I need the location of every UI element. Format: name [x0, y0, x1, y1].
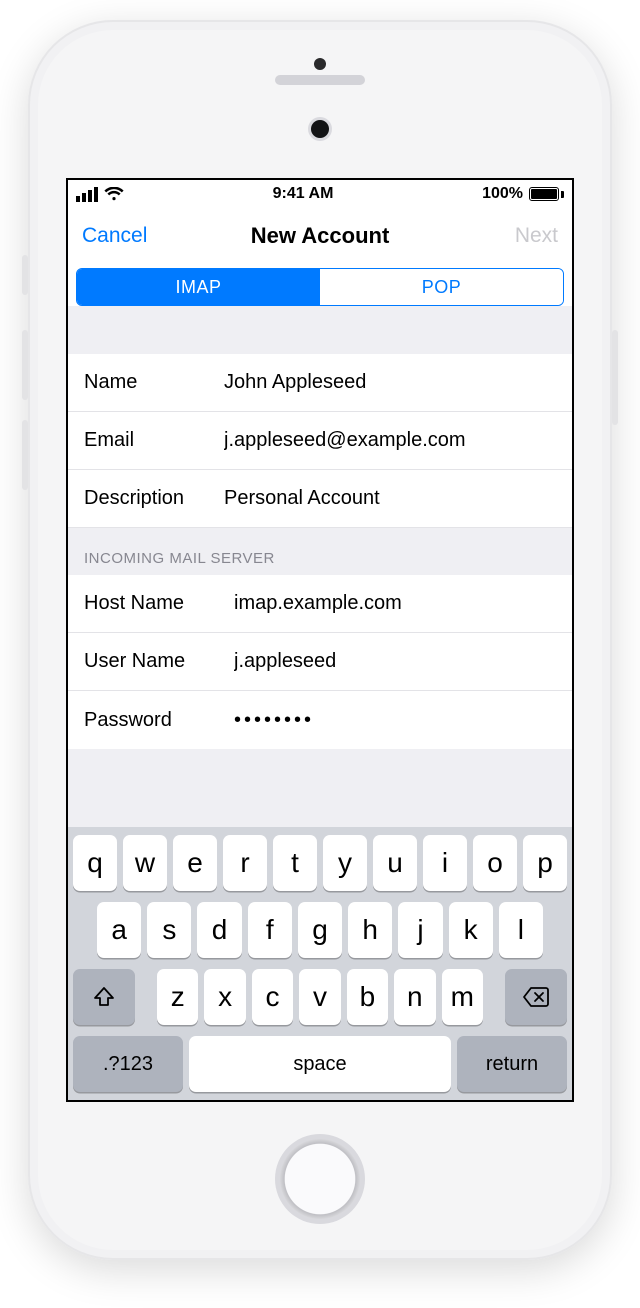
incoming-server-header: INCOMING MAIL SERVER	[68, 528, 572, 575]
row-password: Password ••••••••	[68, 691, 572, 749]
keyboard-row-1: qwertyuiop	[73, 835, 567, 891]
account-type-segmented-control[interactable]: IMAP POP	[76, 268, 564, 306]
key-c[interactable]: c	[252, 969, 293, 1025]
key-d[interactable]: d	[197, 902, 241, 958]
next-button[interactable]: Next	[515, 224, 558, 248]
key-u[interactable]: u	[373, 835, 417, 891]
key-x[interactable]: x	[204, 969, 245, 1025]
earpiece-speaker	[275, 75, 365, 85]
row-host-name: Host Name	[68, 575, 572, 633]
key-h[interactable]: h	[348, 902, 392, 958]
shift-icon	[92, 985, 116, 1009]
key-p[interactable]: p	[523, 835, 567, 891]
power-button	[612, 330, 618, 425]
key-v[interactable]: v	[299, 969, 340, 1025]
key-j[interactable]: j	[398, 902, 442, 958]
home-button	[275, 1134, 365, 1224]
return-key[interactable]: return	[457, 1036, 567, 1092]
name-label: Name	[84, 371, 224, 394]
user-name-field[interactable]	[234, 650, 556, 673]
front-camera	[311, 120, 329, 138]
host-name-label: Host Name	[84, 592, 234, 615]
key-s[interactable]: s	[147, 902, 191, 958]
battery-percent: 100%	[482, 185, 523, 203]
key-y[interactable]: y	[323, 835, 367, 891]
nav-bar: Cancel New Account Next	[68, 208, 572, 264]
user-name-label: User Name	[84, 650, 234, 673]
volume-up-button	[22, 330, 28, 400]
iphone-frame: 9:41 AM 100% Cancel New Account Next IMA…	[28, 20, 612, 1260]
key-n[interactable]: n	[394, 969, 435, 1025]
space-key[interactable]: space	[189, 1036, 451, 1092]
screen: 9:41 AM 100% Cancel New Account Next IMA…	[68, 180, 572, 1100]
email-label: Email	[84, 429, 224, 452]
key-i[interactable]: i	[423, 835, 467, 891]
shift-key[interactable]	[73, 969, 135, 1025]
proximity-sensor	[314, 58, 326, 70]
row-description: Description	[68, 470, 572, 528]
key-k[interactable]: k	[449, 902, 493, 958]
key-o[interactable]: o	[473, 835, 517, 891]
key-r[interactable]: r	[223, 835, 267, 891]
row-email: Email	[68, 412, 572, 470]
numbers-symbols-key[interactable]: .?123	[73, 1036, 183, 1092]
keyboard-row-3: zxcvbnm	[73, 969, 567, 1025]
key-l[interactable]: l	[499, 902, 543, 958]
key-q[interactable]: q	[73, 835, 117, 891]
key-f[interactable]: f	[248, 902, 292, 958]
row-user-name: User Name	[68, 633, 572, 691]
key-t[interactable]: t	[273, 835, 317, 891]
form-scroll-area[interactable]: Name Email Description INCOMING MAIL SER…	[68, 306, 572, 827]
segment-imap[interactable]: IMAP	[77, 269, 320, 305]
cancel-button[interactable]: Cancel	[82, 224, 147, 248]
battery-icon	[529, 187, 564, 201]
key-a[interactable]: a	[97, 902, 141, 958]
key-e[interactable]: e	[173, 835, 217, 891]
backspace-icon	[522, 986, 550, 1008]
key-m[interactable]: m	[442, 969, 483, 1025]
keyboard-row-2: asdfghjkl	[73, 902, 567, 958]
row-name: Name	[68, 354, 572, 412]
volume-down-button	[22, 420, 28, 490]
password-field[interactable]: ••••••••	[234, 709, 556, 732]
backspace-key[interactable]	[505, 969, 567, 1025]
email-field[interactable]	[224, 429, 556, 452]
cellular-signal-icon	[76, 187, 98, 202]
wifi-icon	[104, 187, 124, 201]
mute-switch	[22, 255, 28, 295]
key-b[interactable]: b	[347, 969, 388, 1025]
keyboard[interactable]: qwertyuiop asdfghjkl zxcvbnm .?123 s	[68, 827, 572, 1100]
status-time: 9:41 AM	[273, 185, 334, 203]
host-name-field[interactable]	[234, 592, 556, 615]
password-label: Password	[84, 709, 234, 732]
key-w[interactable]: w	[123, 835, 167, 891]
segment-pop[interactable]: POP	[320, 269, 563, 305]
description-field[interactable]	[224, 487, 556, 510]
key-g[interactable]: g	[298, 902, 342, 958]
name-field[interactable]	[224, 371, 556, 394]
key-z[interactable]: z	[157, 969, 198, 1025]
description-label: Description	[84, 487, 224, 510]
status-bar: 9:41 AM 100%	[68, 180, 572, 208]
